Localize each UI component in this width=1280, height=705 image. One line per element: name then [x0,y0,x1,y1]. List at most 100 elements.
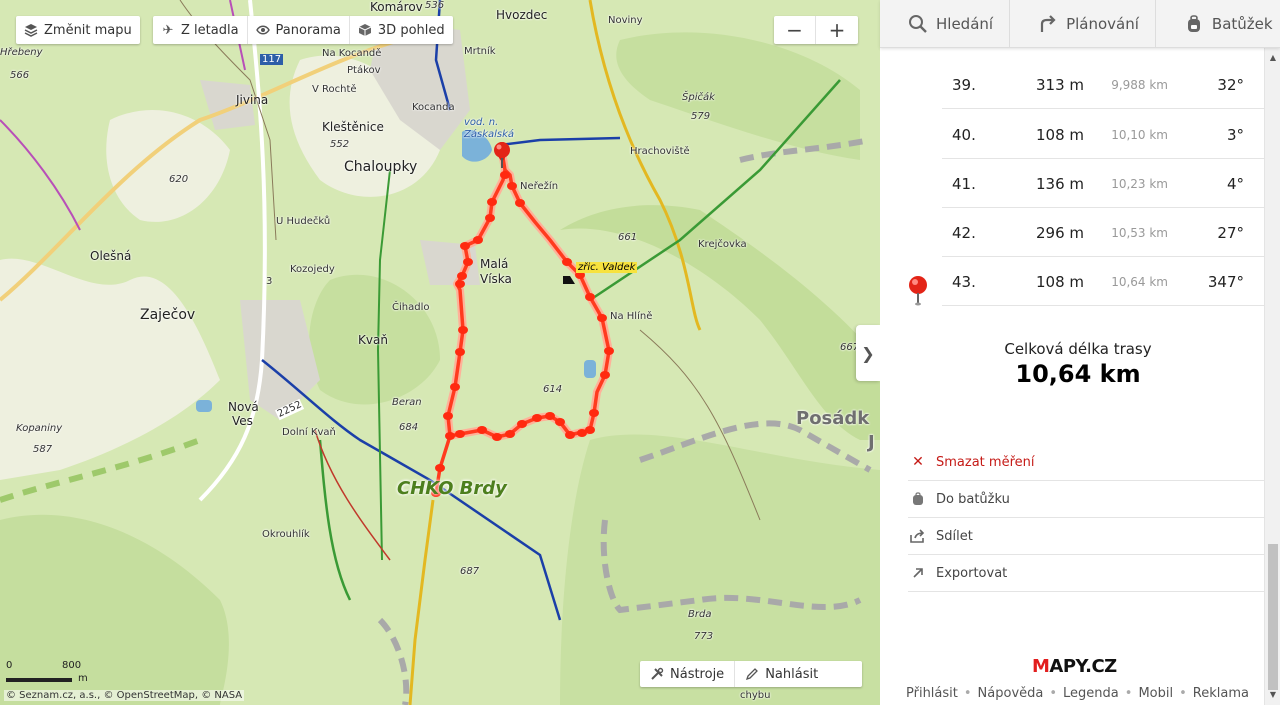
scale-unit: m [78,673,88,684]
3d-view-button[interactable]: 3D pohled [350,16,453,44]
segment-index: 41. [952,175,976,193]
eye-icon [255,23,270,37]
close-icon: ✕ [912,454,924,470]
map-label: 661 [618,232,638,243]
footer-separator: • [1179,686,1187,701]
route-icon [1038,14,1058,34]
map-label: Noviny [608,15,643,26]
segment-angle: 27° [1217,224,1244,242]
map-label: Dolní Kvaň [282,427,336,438]
road-number: 3 [266,276,273,287]
map-label: Kozojedy [290,264,335,275]
map-canvas[interactable]: Hřebeny 566 Jivina 117 Komárov Na Kocand… [0,0,880,705]
segment-index: 40. [952,126,976,144]
road-number: 117 [260,54,284,65]
map-label: Na Kocandě [322,48,382,59]
tools-icon [650,667,664,681]
scrollbar-thumb[interactable] [1268,544,1278,690]
pencil-icon [745,667,759,681]
map-label: Kocanda [412,102,455,113]
share-label: Sdílet [936,528,973,544]
delete-measurement-button[interactable]: ✕ Smazat měření [908,444,1264,481]
map-label: Chaloupky [344,159,418,175]
share-icon [910,529,926,543]
map-label: 552 [330,139,350,150]
tools-button[interactable]: Nástroje [640,661,736,687]
tab-backpack[interactable]: Batůžek [1156,0,1280,47]
map-label: Beran [392,397,422,408]
zoom-in-button[interactable]: + [816,16,858,44]
segment-cumulative: 10,64 km [1111,275,1168,289]
panel-scrollbar[interactable]: ▲ ▼ [1264,48,1280,705]
map-label: 536 [425,0,445,11]
segment-row[interactable]: 40. 108 m 10,10 km 3° [942,110,1264,159]
map-label: J [868,432,875,453]
segment-angle: 32° [1217,76,1244,94]
map-label: U Hudečků [276,216,331,227]
scroll-down-arrow[interactable]: ▼ [1268,689,1278,701]
segment-row[interactable]: 41. 136 m 10,23 km 4° [942,159,1264,208]
panorama-button[interactable]: Panorama [248,16,350,44]
share-button[interactable]: Sdílet [908,518,1264,555]
footer-separator: • [963,686,972,701]
segment-angle: 3° [1226,126,1244,144]
legend-link[interactable]: Legenda [1063,686,1119,701]
report-label: Nahlásit [765,666,819,682]
segment-row[interactable]: 43. 108 m 10,64 km 347° [942,257,1264,306]
map-type-toolbar: Změnit mapu [16,16,140,44]
backpack-icon [910,492,926,506]
aerial-view-button[interactable]: ✈ Z letadla [153,16,248,44]
mapy-cz-logo[interactable]: MAPY.CZ [1032,656,1117,677]
add-to-backpack-button[interactable]: Do batůžku [908,481,1264,518]
segment-row[interactable]: 39. 313 m 9,988 km 32° [942,60,1264,109]
map-label: V Rochtě [312,84,357,95]
map-label: Olešná [90,249,132,263]
tab-search[interactable]: Hledání [880,0,1011,47]
search-icon [908,14,928,34]
map-label: 620 [169,174,189,185]
scroll-up-arrow[interactable]: ▲ [1268,52,1278,64]
map-label: Hřebeny [0,47,43,58]
panorama-label: Panorama [275,22,341,38]
collapse-panel-button[interactable]: ❯ [856,325,880,381]
total-length: Celková délka trasy 10,64 km [880,340,1276,388]
segment-cumulative: 10,23 km [1111,177,1168,191]
footer-separator: • [1124,686,1133,701]
map-label: Záskalská [464,129,515,140]
map-label: Mrtník [464,46,496,57]
change-map-button[interactable]: Změnit mapu [16,16,140,44]
footer-separator: • [1049,686,1058,701]
segment-cumulative: 9,988 km [1111,78,1168,92]
view-mode-toolbar: ✈ Z letadla Panorama 3D pohled [153,16,453,44]
map-copyright[interactable]: © Seznam.cz, a.s., © OpenStreetMap, © NA… [4,690,245,701]
map-label: 687 [460,566,480,577]
report-button[interactable]: Nahlásit [735,661,862,687]
total-length-value: 10,64 km [1015,360,1141,388]
tab-planning[interactable]: Plánování [1010,0,1156,47]
delete-measurement-label: Smazat měření [936,454,1035,470]
segment-length: 136 m [1035,175,1084,193]
login-link[interactable]: Přihlásit [906,686,958,701]
help-link[interactable]: Nápověda [978,686,1044,701]
export-button[interactable]: Exportovat [908,555,1264,592]
map-label: Kopaniny [16,423,63,434]
scale-zero: 0 [6,660,13,671]
add-to-backpack-label: Do batůžku [936,491,1010,507]
segment-row[interactable]: 42. 296 m 10,53 km 27° [942,208,1264,257]
map-label: Zaječov [140,307,196,323]
footer-links: Přihlásit • Nápověda • Legenda • Mobil •… [906,686,1249,701]
tools-label: Nástroje [670,666,725,682]
mobile-link[interactable]: Mobil [1138,686,1173,701]
end-pin-icon [906,275,930,311]
map-label: Kvaň [358,333,388,347]
backpack-icon [1184,14,1204,34]
map-label: Hvozdec [496,8,548,22]
map-label: Komárov [370,0,423,14]
segment-angle: 4° [1226,175,1244,193]
zoom-out-button[interactable]: − [774,16,816,44]
map-label: 614 [543,384,563,395]
logo-text: APY.CZ [1049,656,1117,677]
aerial-view-label: Z letadla [181,22,239,38]
layers-icon [24,23,38,37]
advertising-link[interactable]: Reklama [1193,686,1249,701]
